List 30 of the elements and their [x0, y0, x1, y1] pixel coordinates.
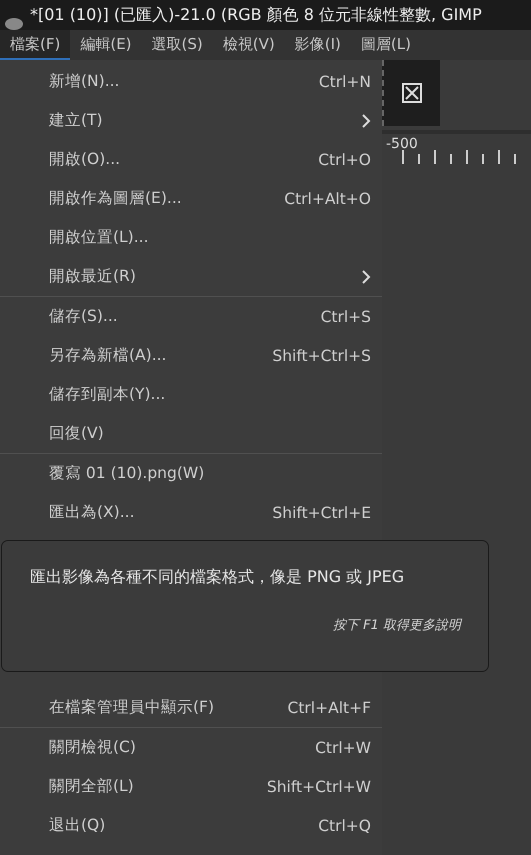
- menu-title[interactable]: 圖層(L): [350, 30, 421, 60]
- tooltip-hint: 按下 F1 取得更多說明: [332, 617, 461, 634]
- menu-item[interactable]: 另存為新檔(A)... Shift+Ctrl+S: [0, 336, 382, 375]
- tooltip-text: 匯出影像為各種不同的檔案格式，像是 PNG 或 JPEG: [30, 567, 404, 588]
- menu-item[interactable]: 回復(V): [0, 414, 382, 453]
- crossed-box-icon[interactable]: [401, 82, 423, 104]
- menu-title[interactable]: 檔案(F): [0, 30, 70, 60]
- menu-item[interactable]: 開啟位置(L)...: [0, 218, 382, 257]
- app-icon: [4, 16, 24, 30]
- menu-item[interactable]: 儲存到副本(Y)...: [0, 375, 382, 414]
- menu-item[interactable]: 儲存(S)... Ctrl+S: [0, 297, 382, 336]
- menu-item[interactable]: 關閉全部(L) Shift+Ctrl+W: [0, 767, 382, 806]
- menu-title[interactable]: 影像(I): [284, 30, 351, 60]
- menu-item[interactable]: 匯出為(X)... Shift+Ctrl+E: [0, 493, 382, 532]
- menu-item[interactable]: 開啟(O)... Ctrl+O: [0, 140, 382, 179]
- menu-item[interactable]: 退出(Q) Ctrl+Q: [0, 806, 382, 845]
- menu-title[interactable]: 選取(S): [142, 30, 213, 60]
- menu-title[interactable]: 編輯(E): [70, 30, 142, 60]
- menu-item[interactable]: 關閉檢視(C) Ctrl+W: [0, 728, 382, 767]
- menu-item[interactable]: 開啟作為圖層(E)... Ctrl+Alt+O: [0, 179, 382, 218]
- menu-item[interactable]: 開啟最近(R): [0, 257, 382, 296]
- chevron-right-icon: [361, 112, 371, 128]
- menu-title[interactable]: 檢視(V): [212, 30, 285, 60]
- window-title: *[01 (10)] (已匯入)-21.0 (RGB 顏色 8 位元非線性整數, GIMP: [30, 4, 482, 26]
- menu-item[interactable]: 在檔案管理員中顯示(F) Ctrl+Alt+F: [0, 688, 382, 727]
- menu-item[interactable]: 建立(T): [0, 101, 382, 140]
- menu-item[interactable]: 新增(N)... Ctrl+N: [0, 62, 382, 101]
- chevron-right-icon: [361, 268, 371, 284]
- menu-item[interactable]: 覆寫 01 (10).png(W): [0, 454, 382, 493]
- ruler-label: -500: [386, 136, 418, 152]
